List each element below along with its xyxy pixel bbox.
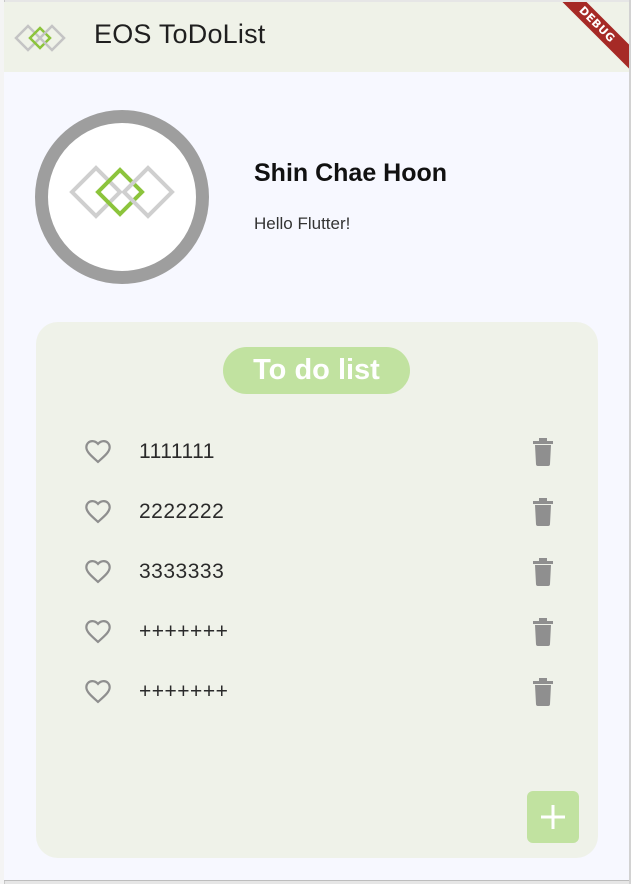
trash-icon[interactable] [532, 558, 554, 586]
profile-name: Shin Chae Hoon [254, 159, 448, 187]
todo-item[interactable]: +++++++ [36, 612, 598, 652]
profile-avatar[interactable] [35, 110, 209, 284]
heart-outline-icon[interactable] [84, 438, 112, 466]
eos-logo-icon [14, 24, 66, 52]
trash-icon[interactable] [532, 498, 554, 526]
heart-outline-icon[interactable] [84, 678, 112, 706]
app-title: EOS ToDoList [94, 19, 266, 49]
todo-item-text: 3333333 [139, 560, 225, 583]
todo-item-text: +++++++ [139, 620, 229, 643]
todo-item[interactable]: 2222222 [36, 492, 598, 532]
todo-item-text: 2222222 [139, 500, 225, 523]
app-bar: EOS ToDoList [4, 2, 629, 72]
add-todo-button[interactable] [527, 791, 579, 843]
app-window: EOS ToDoList DEBUG Shin Chae Hoon Hello … [4, 2, 629, 881]
todo-item[interactable]: 3333333 [36, 552, 598, 592]
plus-icon [541, 805, 565, 829]
todo-item[interactable]: +++++++ [36, 672, 598, 712]
heart-outline-icon[interactable] [84, 558, 112, 586]
todo-card: To do list 1111111 2222222 3333333 +++++… [36, 322, 598, 858]
todo-item-text: 1111111 [139, 440, 215, 463]
todo-item[interactable]: 1111111 [36, 432, 598, 472]
trash-icon[interactable] [532, 438, 554, 466]
todo-list-title: To do list [223, 347, 410, 394]
eos-logo-icon [69, 165, 175, 219]
trash-icon[interactable] [532, 678, 554, 706]
trash-icon[interactable] [532, 618, 554, 646]
heart-outline-icon[interactable] [84, 498, 112, 526]
todo-item-text: +++++++ [139, 680, 229, 703]
heart-outline-icon[interactable] [84, 618, 112, 646]
profile-message: Hello Flutter! [254, 214, 351, 233]
